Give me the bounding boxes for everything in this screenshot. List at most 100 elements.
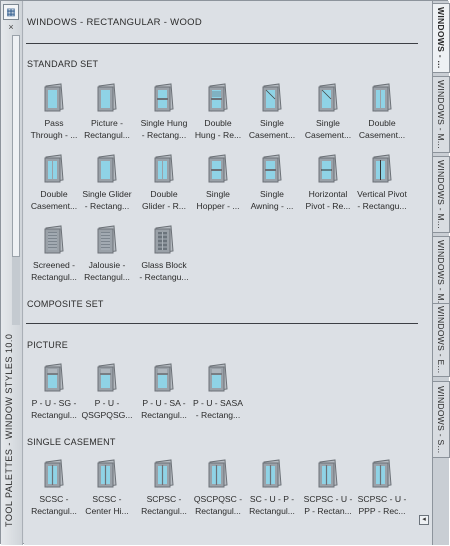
tool-pass-through-window[interactable]: Pass Through - ... bbox=[28, 83, 80, 141]
composite-casement-window-icon bbox=[154, 459, 174, 488]
tab-windows-m-3[interactable]: WINDOWS - M... bbox=[433, 236, 450, 313]
tool-vertical-pivot-window[interactable]: Vertical Pivot - Rectangu... bbox=[356, 154, 408, 212]
tool-label-line2: PPP - Rec... bbox=[358, 506, 406, 516]
tool-label-line2: Rectangul... bbox=[249, 506, 295, 516]
single-casement-window-icon bbox=[262, 83, 282, 112]
tool-label-line1: SC - U - P - bbox=[249, 494, 295, 504]
tool-label-line2: Rectangul... bbox=[31, 272, 77, 282]
tool-label-line2: - Rectangu... bbox=[357, 201, 407, 211]
composite-casement-window-icon bbox=[318, 459, 338, 488]
tool-composite-picture-window[interactable]: P - U - SASA - Rectang... bbox=[192, 363, 244, 421]
palette-set-title: TOOL PALETTES - WINDOW STYLES 10.0 bbox=[4, 333, 14, 527]
tool-label-line1: QSCPQSC - bbox=[193, 494, 243, 504]
tool-label-line2: Rectangul... bbox=[141, 506, 187, 516]
horizontal-pivot-window-icon bbox=[318, 154, 338, 183]
tool-label-line1: Screened - bbox=[32, 260, 76, 270]
tool-label-line1: Horizontal bbox=[308, 189, 348, 199]
picture-window-icon bbox=[97, 83, 117, 112]
section-single-casement: SINGLE CASEMENT bbox=[27, 437, 116, 447]
tool-label-line2: Pivot - Re... bbox=[305, 201, 351, 211]
tool-single-glider-window[interactable]: Single Glider - Rectang... bbox=[81, 154, 133, 212]
composite-picture-window-icon bbox=[97, 363, 117, 392]
palette-title: WINDOWS - RECTANGULAR - WOOD bbox=[27, 17, 202, 28]
tool-composite-casement-window[interactable]: SCSC - Rectangul... bbox=[28, 459, 80, 517]
tool-composite-picture-window[interactable]: P - U - SG - Rectangul... bbox=[28, 363, 80, 421]
single-hopper-window-icon bbox=[208, 154, 228, 183]
composite-picture-window-icon bbox=[44, 363, 64, 392]
tool-label-line1: Double bbox=[40, 189, 68, 199]
tab-windows-m-2[interactable]: WINDOWS - M... bbox=[433, 156, 450, 233]
tool-label-line1: Pass bbox=[44, 118, 64, 128]
tab-windows-e[interactable]: WINDOWS - E... bbox=[433, 303, 450, 377]
composite-casement-window-icon bbox=[44, 459, 64, 488]
tool-label-line1: P - U - SG - bbox=[31, 398, 77, 408]
tool-double-casement-window[interactable]: Double Casement... bbox=[28, 154, 80, 212]
composite-picture-window-icon bbox=[154, 363, 174, 392]
tool-glass-block-window[interactable]: Glass Block - Rectangu... bbox=[138, 225, 190, 283]
palette-options-icon[interactable]: ◂ bbox=[419, 515, 429, 525]
tool-label-line1: SCPSC - U - bbox=[303, 494, 353, 504]
tool-label-line2: Casement... bbox=[358, 130, 406, 140]
tool-jalousie-window[interactable]: Jalousie - Rectangul... bbox=[81, 225, 133, 283]
tool-single-hopper-window[interactable]: Single Hopper - ... bbox=[192, 154, 244, 212]
tool-label-line1: Double bbox=[150, 189, 178, 199]
tool-composite-casement-window[interactable]: SCPSC - Rectangul... bbox=[138, 459, 190, 517]
tool-composite-casement-window[interactable]: QSCPQSC - Rectangul... bbox=[192, 459, 244, 517]
tool-label-line2: Casement... bbox=[304, 130, 352, 140]
composite-picture-window-icon bbox=[208, 363, 228, 392]
tool-label-line1: Single bbox=[260, 189, 284, 199]
close-icon[interactable]: × bbox=[6, 22, 16, 32]
palette-tabs: WINDOWS - ... WINDOWS - M... WINDOWS - M… bbox=[432, 1, 450, 545]
tool-single-casement-window[interactable]: Single Casement... bbox=[246, 83, 298, 141]
double-hung-window-icon bbox=[208, 83, 228, 112]
tool-label-line1: P - U - SASA bbox=[193, 398, 243, 408]
tool-picture-window[interactable]: Picture - Rectangul... bbox=[81, 83, 133, 141]
tool-double-hung-window[interactable]: Double Hung - Re... bbox=[192, 83, 244, 141]
tool-label-line1: Picture - bbox=[91, 118, 123, 128]
tool-label-line2: Rectangul... bbox=[31, 410, 77, 420]
section-picture: PICTURE bbox=[27, 340, 68, 350]
tool-composite-casement-window[interactable]: SCSC - Center Hi... bbox=[81, 459, 133, 517]
tool-composite-picture-window[interactable]: P - U - QSGPQSG... bbox=[81, 363, 133, 421]
tool-label-line2: Rectangul... bbox=[84, 272, 130, 282]
tool-double-glider-window[interactable]: Double Glider - R... bbox=[138, 154, 190, 212]
tab-windows-s[interactable]: WINDOWS - S... bbox=[433, 381, 450, 458]
tool-label-line1: Double bbox=[204, 118, 232, 128]
properties-icon[interactable]: ▦ bbox=[3, 4, 19, 20]
tool-double-casement-window[interactable]: Double Casement... bbox=[356, 83, 408, 141]
composite-divider bbox=[26, 323, 418, 324]
tool-composite-casement-window[interactable]: SCPSC - U - PPP - Rec... bbox=[356, 459, 408, 517]
scrollbar-thumb[interactable] bbox=[12, 35, 20, 257]
single-casement-window-icon bbox=[318, 83, 338, 112]
tool-composite-picture-window[interactable]: P - U - SA - Rectangul... bbox=[138, 363, 190, 421]
section-composite-set: COMPOSITE SET bbox=[27, 299, 104, 309]
tool-label-line2: Hung - Re... bbox=[194, 130, 242, 140]
tool-horizontal-pivot-window[interactable]: Horizontal Pivot - Re... bbox=[302, 154, 354, 212]
tool-label-line1: Vertical Pivot bbox=[357, 189, 407, 199]
tool-label-line2: - Rectang... bbox=[141, 130, 187, 140]
tool-label-line2: Center Hi... bbox=[85, 506, 129, 516]
tool-single-casement-window[interactable]: Single Casement... bbox=[302, 83, 354, 141]
tool-label-line1: Double bbox=[368, 118, 396, 128]
single-awning-window-icon bbox=[262, 154, 282, 183]
tool-label-line1: Single Glider bbox=[82, 189, 132, 199]
tool-label-line1: P - U - bbox=[94, 398, 120, 408]
tool-single-hung-window[interactable]: Single Hung - Rectang... bbox=[138, 83, 190, 141]
tool-composite-casement-window[interactable]: SC - U - P - Rectangul... bbox=[246, 459, 298, 517]
double-casement-window-icon bbox=[372, 83, 392, 112]
tab-windows-rectangular[interactable]: WINDOWS - ... bbox=[433, 3, 450, 73]
tool-label-line2: - Rectangu... bbox=[139, 272, 189, 282]
tool-single-awning-window[interactable]: Single Awning - ... bbox=[246, 154, 298, 212]
tool-label-line1: Single bbox=[206, 189, 230, 199]
double-glider-window-icon bbox=[154, 154, 174, 183]
tab-windows-m-1[interactable]: WINDOWS - M... bbox=[433, 76, 450, 153]
tool-label-line1: SCSC - bbox=[92, 494, 122, 504]
tool-label-line2: QSGPQSG... bbox=[81, 410, 133, 420]
tool-label-line1: P - U - SA - bbox=[142, 398, 186, 408]
tool-label-line2: Rectangul... bbox=[195, 506, 241, 516]
tool-label-line1: Glass Block bbox=[141, 260, 187, 270]
composite-casement-window-icon bbox=[208, 459, 228, 488]
tool-composite-casement-window[interactable]: SCPSC - U - P - Rectan... bbox=[302, 459, 354, 517]
palette-title-strip[interactable]: ▦ × TOOL PALETTES - WINDOW STYLES 10.0 bbox=[1, 1, 23, 545]
tool-screened-window[interactable]: Screened - Rectangul... bbox=[28, 225, 80, 283]
